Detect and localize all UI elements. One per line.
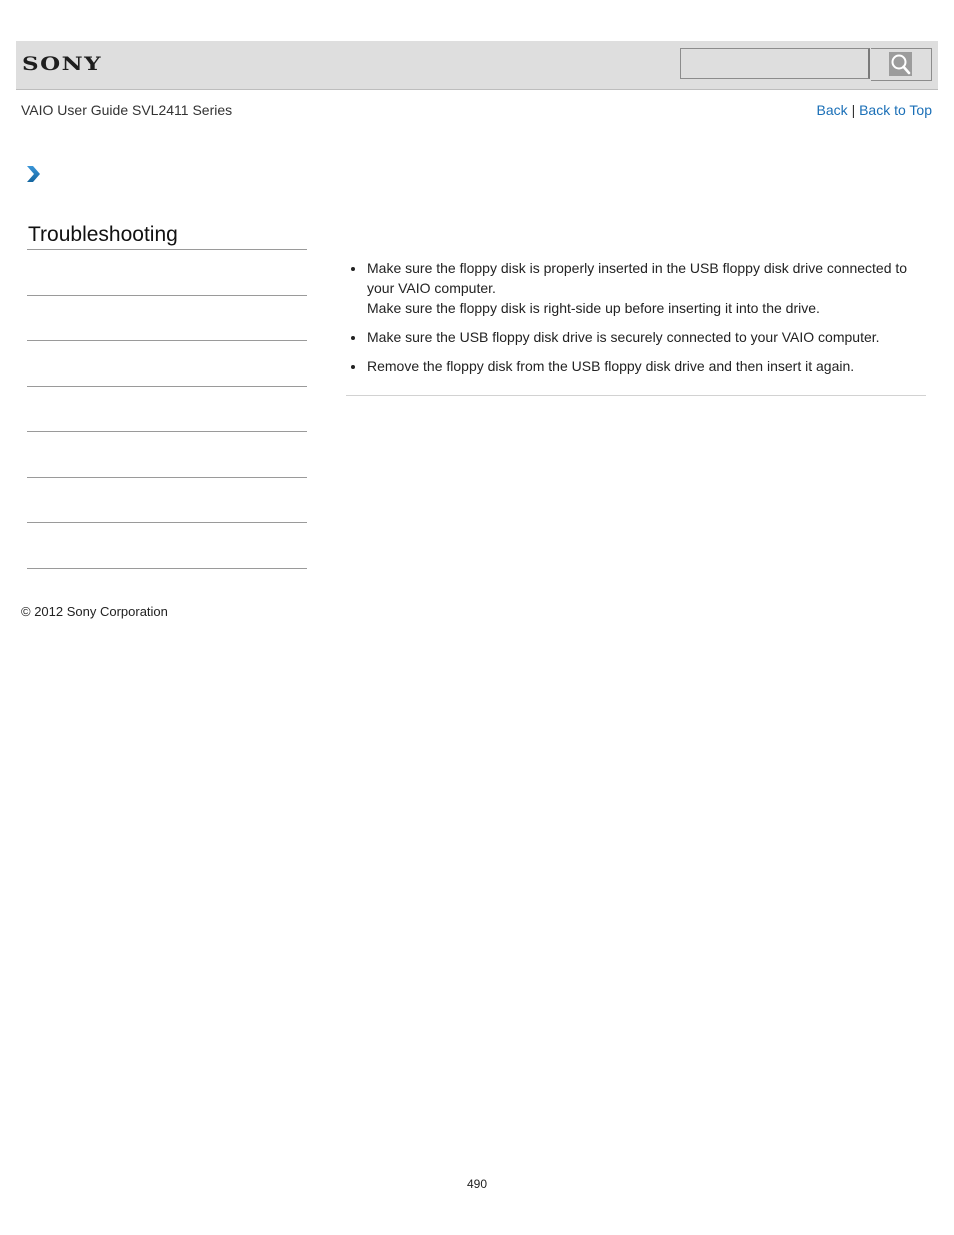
back-link[interactable]: Back (817, 102, 848, 118)
list-item: Make sure the floppy disk is properly in… (346, 258, 926, 318)
header-bar: SONY (16, 41, 938, 90)
sony-logo[interactable]: SONY (22, 53, 102, 75)
list-item-text: Make sure the USB floppy disk drive is s… (367, 329, 880, 345)
guide-title: VAIO User Guide SVL2411 Series (21, 102, 233, 118)
page-number: 490 (466, 1177, 488, 1191)
back-to-top-link[interactable]: Back to Top (859, 102, 932, 118)
troubleshooting-steps: Make sure the floppy disk is properly in… (346, 258, 926, 376)
bullet-icon (351, 267, 355, 271)
sidebar-item[interactable] (27, 341, 307, 387)
sidebar-title: Troubleshooting (27, 222, 307, 250)
list-item: Make sure the USB floppy disk drive is s… (346, 327, 926, 347)
chevron-right-icon[interactable] (26, 165, 42, 183)
top-links: Back | Back to Top (817, 102, 932, 118)
main-content: Make sure the floppy disk is properly in… (346, 258, 926, 396)
content-divider (346, 395, 926, 396)
sidebar: Troubleshooting (27, 222, 307, 569)
sidebar-item[interactable] (27, 523, 307, 569)
search-button[interactable] (871, 48, 932, 81)
search-icon (889, 52, 912, 76)
sidebar-item[interactable] (27, 478, 307, 523)
sidebar-item[interactable] (27, 432, 307, 478)
bullet-icon (351, 336, 355, 340)
sidebar-item[interactable] (27, 296, 307, 341)
sidebar-item[interactable] (27, 387, 307, 432)
copyright: © 2012 Sony Corporation (21, 604, 168, 619)
search-input[interactable] (680, 48, 870, 79)
sidebar-item[interactable] (27, 250, 307, 296)
list-item-subtext: Make sure the floppy disk is right-side … (367, 300, 820, 316)
link-separator: | (851, 102, 856, 118)
list-item: Remove the floppy disk from the USB flop… (346, 356, 926, 376)
bullet-icon (351, 365, 355, 369)
list-item-text: Remove the floppy disk from the USB flop… (367, 358, 855, 374)
list-item-text: Make sure the floppy disk is properly in… (367, 260, 908, 296)
